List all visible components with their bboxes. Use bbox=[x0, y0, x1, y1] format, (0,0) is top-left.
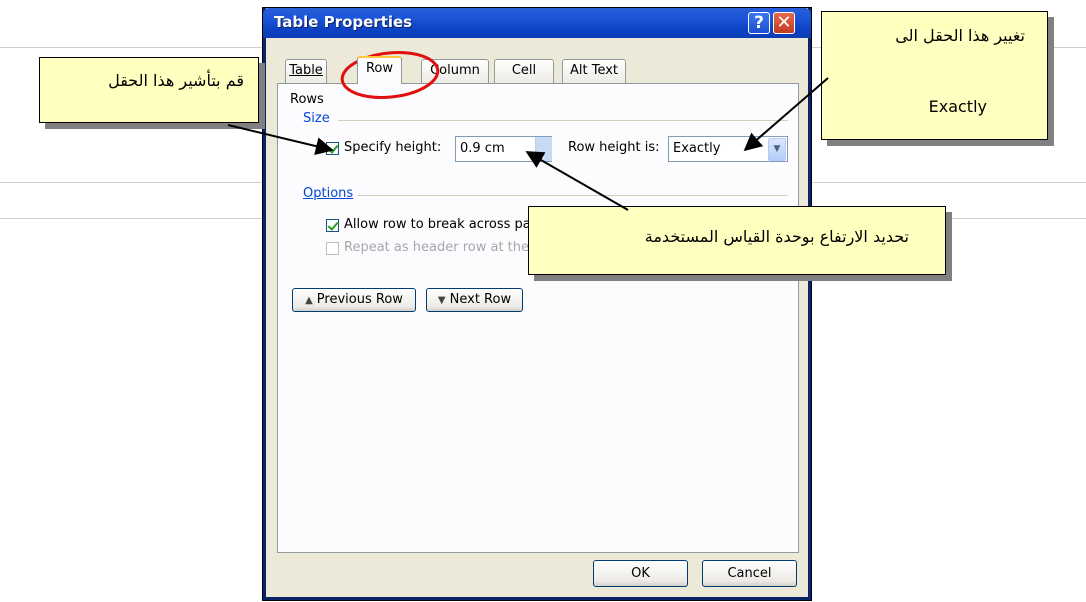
close-button[interactable]: ✕ bbox=[773, 12, 795, 34]
callout-change-field-line2: Exactly bbox=[928, 97, 987, 116]
repeat-header-label: Repeat as header row at the bbox=[344, 240, 530, 255]
size-group-label: Size bbox=[303, 111, 330, 126]
callout-change-field: تغيير هذا الحقل الى Exactly bbox=[821, 11, 1048, 140]
tab-alt-text[interactable]: Alt Text bbox=[562, 59, 626, 83]
triangle-up-icon: ▲ bbox=[305, 295, 313, 306]
next-row-button[interactable]: ▼ Next Row bbox=[426, 288, 523, 312]
callout-check-field-text: قم بتأشير هذا الحقل bbox=[108, 71, 244, 90]
tab-table[interactable]: Table bbox=[285, 59, 327, 83]
callout-set-height: تحديد الارتفاع بوحدة القياس المستخدمة bbox=[528, 206, 946, 275]
allow-break-checkbox[interactable] bbox=[326, 219, 339, 232]
size-group-divider bbox=[338, 120, 788, 121]
table-properties-dialog: Table Properties ? ✕ Table Row Column Ce… bbox=[263, 8, 811, 600]
tab-cell[interactable]: Cell bbox=[494, 59, 554, 83]
chevron-down-icon[interactable]: ▼ bbox=[768, 138, 786, 161]
previous-row-button[interactable]: ▲ Previous Row bbox=[292, 288, 416, 312]
height-spinner[interactable] bbox=[535, 137, 552, 161]
callout-set-height-text: تحديد الارتفاع بوحدة القياس المستخدمة bbox=[644, 227, 909, 246]
triangle-down-icon: ▼ bbox=[437, 295, 446, 306]
row-height-is-select[interactable]: Exactly ▼ bbox=[668, 136, 788, 162]
specify-height-checkbox[interactable] bbox=[326, 142, 339, 155]
repeat-header-checkbox[interactable] bbox=[326, 242, 339, 255]
cancel-button[interactable]: Cancel bbox=[702, 560, 797, 587]
dialog-title: Table Properties bbox=[274, 13, 413, 31]
help-button[interactable]: ? bbox=[748, 12, 770, 34]
ok-button[interactable]: OK bbox=[593, 560, 688, 587]
rows-heading: Rows bbox=[290, 92, 324, 107]
callout-change-field-line1: تغيير هذا الحقل الى bbox=[895, 26, 1025, 45]
tab-column[interactable]: Column bbox=[421, 59, 489, 83]
options-group-label: Options bbox=[303, 186, 354, 201]
row-height-is-label: Row height is: bbox=[568, 140, 660, 155]
title-bar[interactable]: Table Properties ? ✕ bbox=[263, 8, 811, 38]
tab-row[interactable]: Row bbox=[357, 56, 402, 84]
specify-height-label: Specify height: bbox=[344, 140, 442, 155]
options-group-divider bbox=[358, 195, 788, 196]
dialog-client-area: Table Row Column Cell Alt Text Rows Size… bbox=[266, 38, 808, 597]
callout-check-field: قم بتأشير هذا الحقل bbox=[39, 57, 259, 123]
allow-break-label: Allow row to break across pa bbox=[344, 217, 531, 232]
row-tab-panel: Rows Size Specify height: 0.9 cm Row hei… bbox=[277, 83, 799, 553]
